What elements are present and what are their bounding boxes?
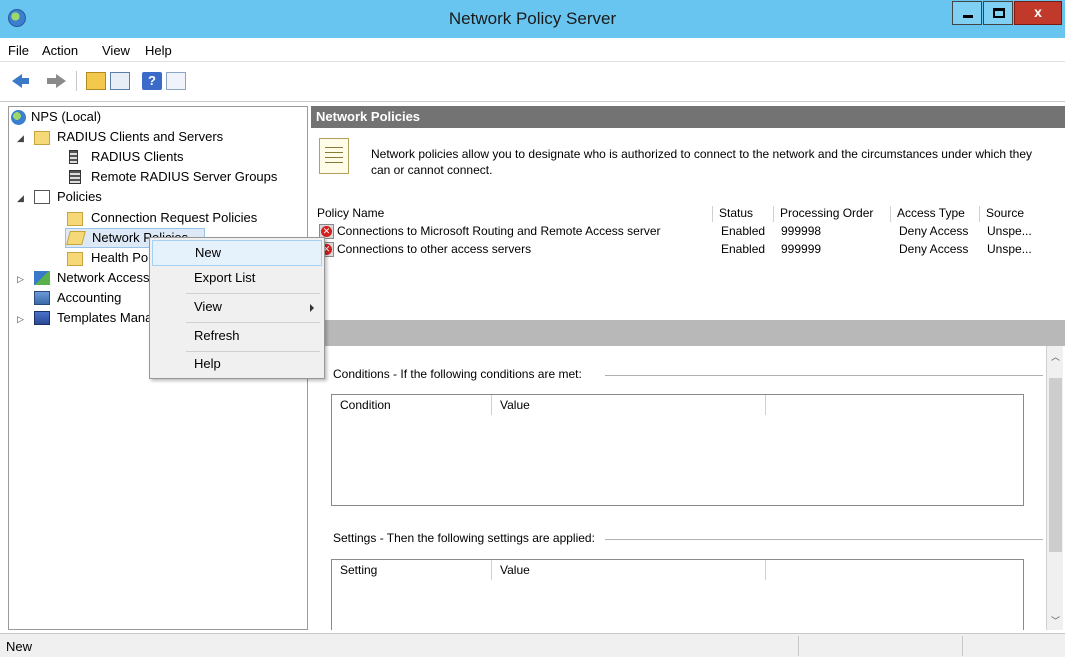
- column-header-status[interactable]: Status: [713, 206, 774, 222]
- conditions-label: Conditions - If the following conditions…: [333, 367, 582, 381]
- help-icon[interactable]: ?: [142, 72, 162, 90]
- section-divider: [605, 539, 1043, 540]
- settings-label: Settings - Then the following settings a…: [333, 531, 595, 545]
- globe-icon: [11, 110, 26, 125]
- column-header-policy-name[interactable]: Policy Name: [311, 206, 713, 222]
- scrollbar-thumb[interactable]: [1049, 378, 1062, 552]
- policy-name: Connections to other access servers: [337, 242, 532, 256]
- scroll-up-arrow-icon[interactable]: ︿: [1051, 350, 1060, 363]
- close-icon: x: [1034, 4, 1042, 20]
- column-header-value[interactable]: Value: [492, 560, 766, 580]
- collapse-arrow-icon[interactable]: ◢: [17, 189, 24, 207]
- details-splitter[interactable]: [311, 320, 1065, 346]
- pane-description: Network policies allow you to designate …: [371, 147, 1033, 177]
- column-header-processing-order[interactable]: Processing Order: [774, 206, 891, 222]
- tree-label: RADIUS Clients and Servers: [57, 129, 224, 144]
- tree-label: NPS (Local): [31, 109, 102, 124]
- column-header-condition[interactable]: Condition: [332, 395, 492, 415]
- expand-arrow-icon[interactable]: ▷: [17, 310, 24, 328]
- context-menu: New Export List View Refresh Help: [149, 237, 325, 379]
- window-title: Network Policy Server: [448, 9, 617, 28]
- context-menu-view[interactable]: View: [152, 295, 322, 321]
- policy-status: Enabled: [721, 242, 766, 256]
- open-folder-icon: [66, 231, 86, 245]
- column-header-value[interactable]: Value: [492, 395, 766, 415]
- section-divider: [605, 375, 1043, 376]
- conditions-grid[interactable]: Condition Value: [331, 394, 1024, 506]
- title-bar: Network Policy Server x: [0, 0, 1065, 38]
- context-menu-export-list[interactable]: Export List: [152, 266, 322, 292]
- menu-separator: [186, 322, 320, 323]
- policy-order: 999998: [781, 224, 822, 238]
- context-menu-refresh[interactable]: Refresh: [152, 324, 322, 350]
- server-group-icon: [69, 170, 81, 184]
- status-bar: New: [0, 633, 1065, 657]
- policy-source: Unspe...: [987, 242, 1032, 256]
- policy-access-type: Deny Access: [899, 224, 969, 238]
- settings-grid[interactable]: Setting Value: [331, 559, 1024, 630]
- show-hide-action-pane-icon[interactable]: [166, 72, 186, 90]
- server-icon: [69, 150, 78, 164]
- expand-arrow-icon[interactable]: ▷: [17, 270, 24, 288]
- column-header-access-type[interactable]: Access Type: [891, 206, 980, 222]
- show-hide-console-tree-icon[interactable]: [110, 72, 130, 90]
- pane-header: Network Policies: [311, 106, 1065, 128]
- policy-name: Connections to Microsoft Routing and Rem…: [337, 224, 661, 238]
- menu-action[interactable]: Action: [42, 43, 78, 58]
- folder-icon: [34, 131, 50, 145]
- minimize-icon: [963, 15, 973, 18]
- network-access-icon: [34, 271, 50, 285]
- toolbar: ?: [0, 62, 1065, 102]
- tree-label: Accounting: [57, 290, 122, 305]
- minimize-button[interactable]: [952, 1, 982, 25]
- accounting-icon: [34, 291, 50, 305]
- submenu-arrow-icon: [310, 304, 314, 312]
- maximize-button[interactable]: [983, 1, 1013, 25]
- info-document-icon: [319, 138, 349, 174]
- scroll-down-arrow-icon[interactable]: ﹀: [1051, 614, 1060, 627]
- menu-view[interactable]: View: [102, 43, 130, 58]
- policy-order: 999999: [781, 242, 822, 256]
- back-arrow-icon[interactable]: [12, 74, 29, 88]
- menu-bar: File Action View Help: [0, 38, 1065, 62]
- column-header-setting[interactable]: Setting: [332, 560, 492, 580]
- column-header-source[interactable]: Source: [980, 206, 1045, 222]
- vertical-scrollbar[interactable]: ︿ ﹀: [1046, 346, 1063, 630]
- close-button[interactable]: x: [1014, 1, 1062, 25]
- context-menu-new[interactable]: New: [152, 240, 322, 266]
- status-separator: [962, 636, 963, 656]
- policy-status: Enabled: [721, 224, 766, 238]
- policies-icon: [34, 190, 50, 204]
- up-one-level-icon[interactable]: [86, 72, 106, 90]
- menu-help[interactable]: Help: [145, 43, 172, 58]
- policy-access-type: Deny Access: [899, 242, 969, 256]
- policy-source: Unspe...: [987, 224, 1032, 238]
- menu-file[interactable]: File: [8, 43, 29, 58]
- policy-row[interactable]: Connections to Microsoft Routing and Rem…: [311, 224, 1051, 240]
- tree-label: Connection Request Policies: [91, 210, 258, 225]
- status-text: New: [6, 639, 33, 654]
- menu-item-label: View: [194, 299, 222, 314]
- toolbar-separator: [76, 71, 77, 91]
- templates-icon: [34, 311, 50, 325]
- policy-row[interactable]: Connections to other access servers Enab…: [311, 242, 1051, 258]
- tree-label: Policies: [57, 189, 102, 204]
- forward-arrow-icon[interactable]: [47, 74, 66, 88]
- context-menu-help[interactable]: Help: [152, 352, 322, 378]
- menu-separator: [186, 293, 320, 294]
- results-pane: Network Policies Network policies allow …: [311, 106, 1065, 630]
- tree-label: Remote RADIUS Server Groups: [91, 169, 278, 184]
- folder-icon: [67, 252, 83, 266]
- tree-label: RADIUS Clients: [91, 149, 184, 164]
- status-separator: [798, 636, 799, 656]
- folder-icon: [67, 212, 83, 226]
- maximize-icon: [993, 8, 1005, 18]
- collapse-arrow-icon[interactable]: ◢: [17, 129, 24, 147]
